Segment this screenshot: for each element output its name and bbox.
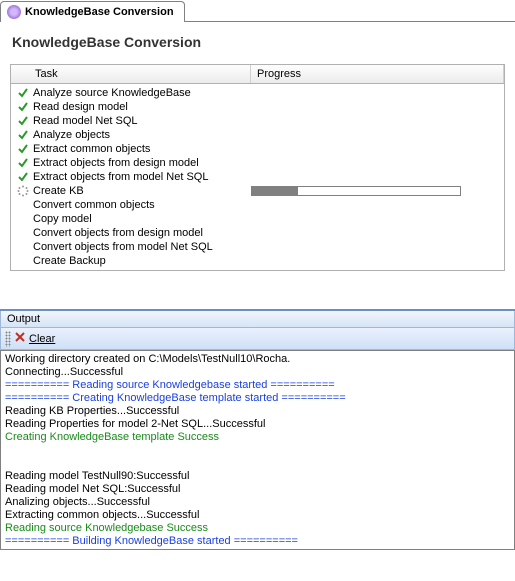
task-row[interactable]: Read model Net SQL <box>11 114 504 128</box>
task-label: Create Backup <box>31 255 251 267</box>
task-table-header: Task Progress <box>11 65 504 84</box>
task-table-body: Analyze source KnowledgeBase Read design … <box>11 84 504 270</box>
task-row[interactable]: Read design model <box>11 100 504 114</box>
console-line: ========== Building KnowledgeBase starte… <box>5 535 510 548</box>
clear-icon[interactable] <box>13 330 27 347</box>
console-line: Reading source Knowledgebase Success <box>5 522 510 535</box>
task-label: Read model Net SQL <box>31 115 251 127</box>
console-line: Connecting...Successful <box>5 366 510 379</box>
check-icon <box>15 100 31 114</box>
task-label: Analyze objects <box>31 129 251 141</box>
task-label: Convert objects from model Net SQL <box>31 241 251 253</box>
check-icon <box>15 128 31 142</box>
task-progress-cell <box>251 186 500 196</box>
tab-title: KnowledgeBase Conversion <box>25 6 174 18</box>
console-line: Working directory created on C:\Models\T… <box>5 353 510 366</box>
task-row[interactable]: Create KB <box>11 184 504 198</box>
output-panel: Output Clear Working directory created o… <box>0 309 515 550</box>
task-row[interactable]: Convert objects from design model <box>11 226 504 240</box>
console-line: Analizing objects...Successful <box>5 496 510 509</box>
spinner-icon <box>15 184 31 198</box>
task-label: Create KB <box>31 185 251 197</box>
output-console[interactable]: Working directory created on C:\Models\T… <box>0 350 515 550</box>
console-line: Extracting common objects...Successful <box>5 509 510 522</box>
task-row[interactable]: Create Backup <box>11 254 504 268</box>
task-row[interactable]: Extract objects from design model <box>11 156 504 170</box>
console-line: Reading KB Properties...Successful <box>5 405 510 418</box>
console-line: Reading model TestNull90:Successful <box>5 470 510 483</box>
tab-bar: KnowledgeBase Conversion <box>0 0 515 22</box>
empty-icon <box>15 254 31 268</box>
task-row[interactable]: Analyze source KnowledgeBase <box>11 86 504 100</box>
task-label: Extract objects from design model <box>31 157 251 169</box>
empty-icon <box>15 198 31 212</box>
check-icon <box>15 86 31 100</box>
task-label: Convert common objects <box>31 199 251 211</box>
task-row[interactable]: Convert objects from model Net SQL <box>11 240 504 254</box>
empty-icon <box>15 212 31 226</box>
kb-icon <box>7 5 21 19</box>
console-line: Reading model Net SQL:Successful <box>5 483 510 496</box>
task-row[interactable]: Extract common objects <box>11 142 504 156</box>
progress-bar <box>251 186 461 196</box>
task-label: Copy model <box>31 213 251 225</box>
empty-icon <box>15 240 31 254</box>
task-row[interactable]: Analyze objects <box>11 128 504 142</box>
output-title-bar[interactable]: Output <box>0 311 515 328</box>
check-icon <box>15 142 31 156</box>
console-line: Reading Properties for model 2-Net SQL..… <box>5 418 510 431</box>
task-label: Convert objects from design model <box>31 227 251 239</box>
page-title: KnowledgeBase Conversion <box>12 34 505 50</box>
check-icon <box>15 170 31 184</box>
task-label: Extract common objects <box>31 143 251 155</box>
content-area: KnowledgeBase Conversion Task Progress A… <box>0 22 515 271</box>
tab-knowledgebase-conversion[interactable]: KnowledgeBase Conversion <box>0 1 185 22</box>
console-line <box>5 444 510 457</box>
output-title: Output <box>7 313 40 325</box>
clear-button[interactable]: Clear <box>29 333 55 345</box>
output-toolbar: Clear <box>0 328 515 350</box>
empty-icon <box>15 226 31 240</box>
task-row[interactable]: Copy model <box>11 212 504 226</box>
column-header-progress[interactable]: Progress <box>251 65 504 83</box>
task-row[interactable]: Convert common objects <box>11 198 504 212</box>
check-icon <box>15 114 31 128</box>
task-label: Extract objects from model Net SQL <box>31 171 251 183</box>
console-line: ========== Creating KnowledgeBase templa… <box>5 392 510 405</box>
task-label: Read design model <box>31 101 251 113</box>
console-line: Creating empty KB <box>5 548 510 550</box>
console-line: Creating KnowledgeBase template Success <box>5 431 510 444</box>
toolbar-grip-icon <box>5 331 11 347</box>
check-icon <box>15 156 31 170</box>
console-line <box>5 457 510 470</box>
task-row[interactable]: Extract objects from model Net SQL <box>11 170 504 184</box>
progress-fill <box>252 187 298 195</box>
task-panel: Task Progress Analyze source KnowledgeBa… <box>10 64 505 271</box>
console-line: ========== Reading source Knowledgebase … <box>5 379 510 392</box>
column-header-task[interactable]: Task <box>11 65 251 83</box>
task-label: Analyze source KnowledgeBase <box>31 87 251 99</box>
